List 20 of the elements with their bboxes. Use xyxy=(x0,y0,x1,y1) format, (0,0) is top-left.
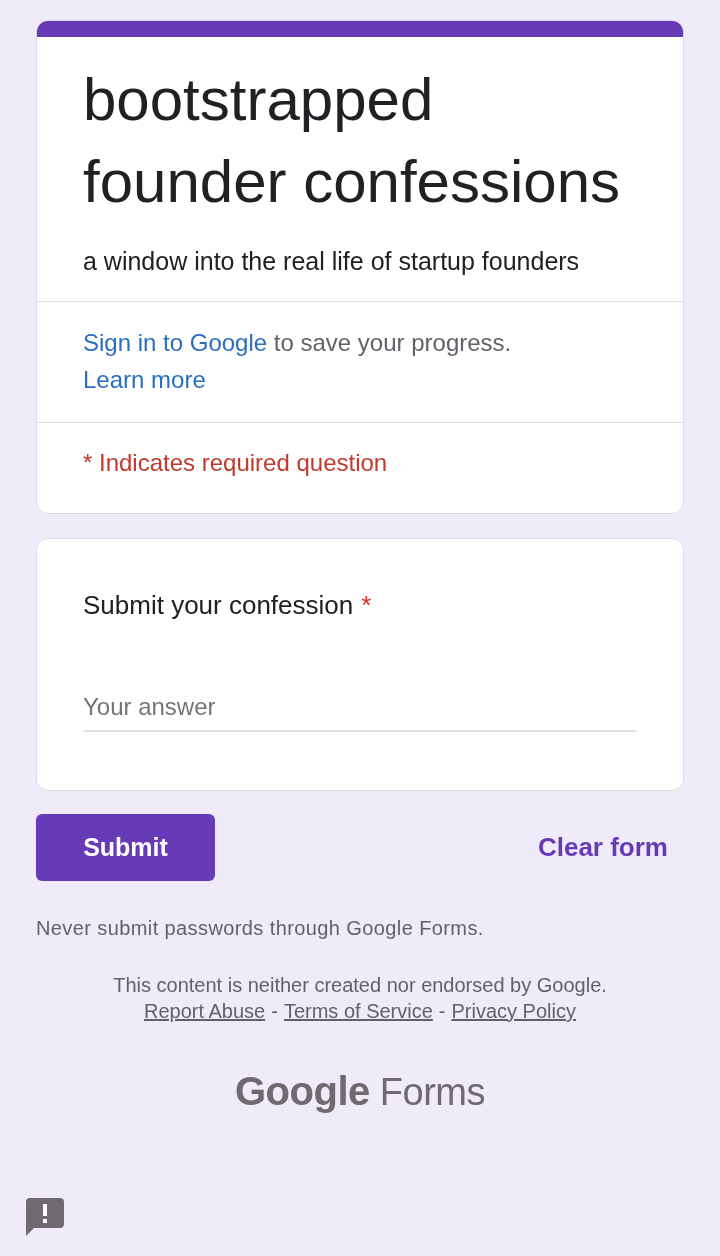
required-mark: * xyxy=(361,589,372,622)
product-logo: Google Forms xyxy=(235,1068,485,1115)
submit-button[interactable]: Submit xyxy=(36,814,215,881)
question-title: Submit your confession xyxy=(83,589,354,622)
disclaimer-text: This content is neither created nor endorsed by Google. xyxy=(113,973,607,998)
form-description: a window into the real life of startup founders xyxy=(83,246,581,277)
required-notice: * Indicates required question xyxy=(82,448,389,478)
sign-in-link[interactable]: Sign in to Google xyxy=(83,329,268,356)
form-title: bootstrapped founder confessions xyxy=(83,65,621,217)
footer-link[interactable]: Terms of Service xyxy=(283,998,433,1024)
password-warning: Never submit passwords through Google Forms. xyxy=(36,916,485,941)
sign-in-notice: Sign in to Google to save your progress. Learn more xyxy=(82,328,513,395)
feedback-icon[interactable] xyxy=(26,1198,64,1236)
clear-form-button[interactable]: Clear form xyxy=(537,824,668,871)
learn-more-link[interactable]: Learn more xyxy=(83,366,206,393)
link-separator: - xyxy=(271,999,278,1024)
footer-link[interactable]: Report Abuse xyxy=(144,998,266,1024)
link-separator: - xyxy=(438,999,446,1024)
footer-link[interactable]: Privacy Policy xyxy=(451,998,576,1024)
answer-field[interactable]: Your answer xyxy=(83,685,637,732)
